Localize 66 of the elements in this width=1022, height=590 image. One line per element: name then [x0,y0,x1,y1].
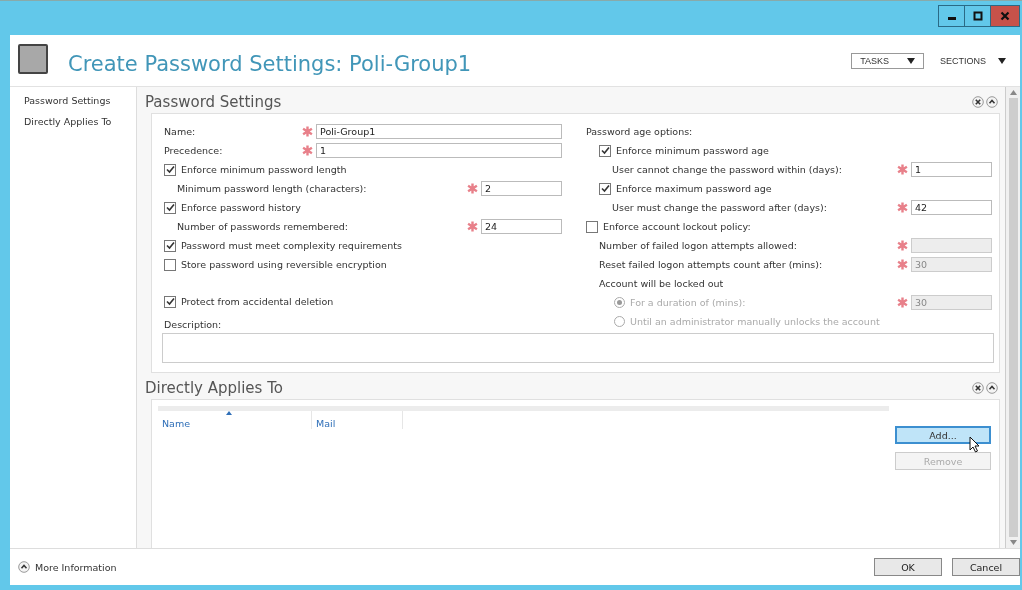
app-icon [18,43,48,74]
text-field[interactable]: 24 [481,219,562,234]
checkbox[interactable] [164,239,176,252]
cursor-icon [969,436,980,453]
group-label: Account will be locked out [599,278,725,289]
close-icon [1000,11,1010,21]
checkbox[interactable] [164,258,176,271]
checkbox[interactable] [164,295,176,308]
window-title: Create Password Settings: Poli-Group1 [68,51,473,76]
minimize-button[interactable] [938,5,964,27]
tasks-dropdown[interactable]: TASKS [851,52,924,69]
scroll-down-icon[interactable] [1009,540,1017,545]
collapse-icon[interactable] [986,96,998,108]
column-header[interactable]: Mail [312,411,403,429]
sections-dropdown[interactable]: SECTIONS [940,55,1006,66]
checkbox-label: Password must meet complexity requirements [181,240,403,251]
text-field[interactable]: 42 [911,200,992,215]
caret-icon [907,57,915,64]
field-label: Minimum password length (characters): [177,183,368,194]
radio-label: Until an administrator manually unlocks the account [630,316,881,327]
field-label: User must change the password after (days): [612,202,828,213]
sidebar-link[interactable]: Password Settings [24,95,136,106]
close-section-icon[interactable] [972,382,984,394]
checkbox-label: Protect from accidental deletion [181,296,335,307]
checkbox[interactable] [599,182,611,195]
field-label: Description: [164,318,223,330]
field-label: Reset failed logon attempts count after (mins): [599,259,824,270]
checkbox-label: Store password using reversible encryption [181,259,388,270]
checkbox[interactable] [164,201,176,214]
text-field[interactable]: Poli-Group1 [316,124,562,139]
section-title: Password Settings [145,93,282,111]
checkbox-label: Enforce minimum password age [616,145,770,156]
text-field[interactable]: 2 [481,181,562,196]
add-button[interactable]: Add... [895,426,991,444]
checkbox-label: Enforce minimum password length [181,164,348,175]
expand-icon[interactable] [18,561,30,573]
description-field[interactable] [162,333,994,363]
field-label: Number of failed logon attempts allowed: [599,240,798,251]
field-label: Precedence: [164,145,224,156]
checkbox-label: Enforce password history [181,202,302,213]
field-label: User cannot change the password within (days): [612,164,843,175]
group-label: Password age options: [586,126,694,137]
checkbox[interactable] [586,220,598,233]
scroll-up-icon[interactable] [1009,90,1017,95]
ok-button[interactable]: OK [874,558,942,576]
maximize-icon [972,11,983,21]
scrollbar[interactable] [1005,87,1020,548]
maximize-button[interactable] [964,5,990,27]
text-field[interactable]: 1 [911,162,992,177]
checkbox[interactable] [599,144,611,157]
sidebar-link[interactable]: Directly Applies To [24,116,136,127]
collapse-icon[interactable] [986,382,998,394]
field-label: Number of passwords remembered: [177,221,349,232]
checkbox-label: Enforce account lockout policy: [603,221,752,232]
checkbox[interactable] [164,163,176,176]
column-header[interactable]: Name [158,411,312,429]
text-field[interactable]: 1 [316,143,562,158]
section-title: Directly Applies To [145,379,283,397]
cancel-button[interactable]: Cancel [952,558,1020,576]
field-label: Name: [164,126,197,137]
caret-icon [998,57,1006,64]
radio-label: For a duration of (mins): [630,297,747,308]
checkbox-label: Enforce maximum password age [616,183,773,194]
more-information-link[interactable]: More Information [35,561,117,573]
close-section-icon[interactable] [972,96,984,108]
close-button[interactable] [990,5,1020,27]
